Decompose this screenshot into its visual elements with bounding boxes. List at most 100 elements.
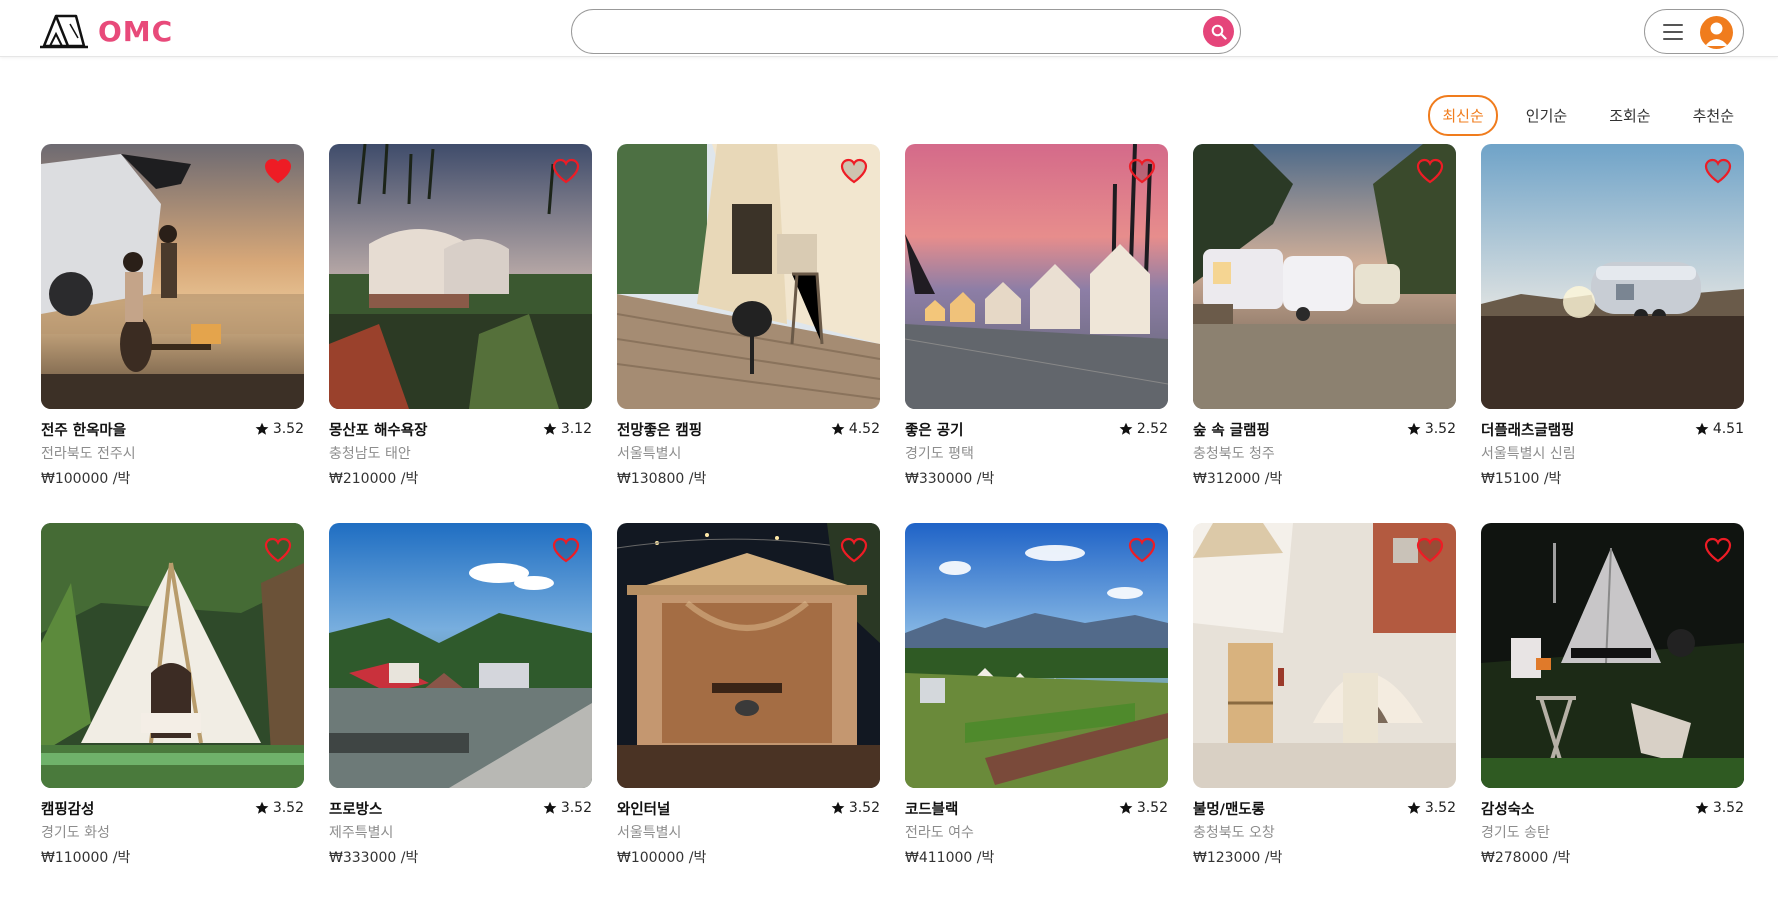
listing-card[interactable]: 캠핑감성 3.52 경기도 화성 ₩110000 /박: [41, 523, 304, 866]
listing-image[interactable]: [1481, 523, 1744, 788]
listing-location: 서울특별시: [617, 825, 682, 841]
listing-card[interactable]: 좋은 공기 2.52 경기도 평택 ₩330000 /박: [905, 144, 1168, 487]
user-menu-button[interactable]: [1644, 9, 1744, 54]
tent-logo-icon: [40, 14, 88, 49]
star-icon: [1695, 422, 1709, 436]
listing-title: 좋은 공기: [905, 422, 964, 439]
listing-image[interactable]: [617, 144, 880, 409]
price-amount: ₩100000: [41, 471, 109, 487]
listing-price: ₩100000 /박: [617, 847, 880, 867]
listing-image[interactable]: [1193, 144, 1456, 409]
listing-card[interactable]: 불멍/맨도롱 3.52 충청북도 오창 ₩123000 /박: [1193, 523, 1456, 866]
listing-location: 제주특별시: [329, 825, 394, 841]
sort-views[interactable]: 조회순: [1595, 95, 1664, 136]
avatar-icon: [1700, 16, 1733, 49]
logo[interactable]: OMC: [40, 12, 173, 50]
listing-rating: 3.52: [255, 800, 304, 816]
listing-image[interactable]: [905, 523, 1168, 788]
price-unit: /박: [1264, 850, 1283, 866]
listing-card[interactable]: 감성숙소 3.52 경기도 송탄 ₩278000 /박: [1481, 523, 1744, 866]
listing-image[interactable]: [41, 144, 304, 409]
rating-value: 3.12: [560, 421, 592, 437]
star-icon: [255, 422, 269, 436]
rating-value: 4.51: [1712, 421, 1744, 437]
price-unit: /박: [976, 850, 995, 866]
listing-rating: 3.52: [1407, 421, 1456, 437]
listing-rating: 4.52: [831, 421, 880, 437]
listing-card[interactable]: 프로방스 3.52 제주특별시 ₩333000 /박: [329, 523, 592, 866]
listing-location: 충청남도 태안: [329, 446, 411, 462]
rating-value: 3.52: [1424, 800, 1456, 816]
listing-price: ₩278000 /박: [1481, 847, 1744, 867]
star-icon: [543, 422, 557, 436]
listing-rating: 3.52: [831, 800, 880, 816]
listing-card[interactable]: 몽산포 해수욕장 3.12 충청남도 태안 ₩210000 /박: [329, 144, 592, 487]
star-icon: [831, 422, 845, 436]
search-input[interactable]: [592, 18, 1192, 46]
listing-card[interactable]: 코드블랙 3.52 전라도 여수 ₩411000 /박: [905, 523, 1168, 866]
listing-location: 충청북도 오창: [1193, 825, 1275, 841]
listing-price: ₩330000 /박: [905, 468, 1168, 488]
listing-location: 경기도 화성: [41, 825, 110, 841]
price-amount: ₩100000: [617, 850, 685, 866]
listing-image[interactable]: [617, 523, 880, 788]
listing-location: 전라북도 전주시: [41, 446, 136, 462]
price-unit: /박: [400, 850, 419, 866]
listing-image[interactable]: [1193, 523, 1456, 788]
listing-rating: 4.51: [1695, 421, 1744, 437]
listing-image[interactable]: [41, 523, 304, 788]
listing-image[interactable]: [329, 523, 592, 788]
listing-location: 경기도 송탄: [1481, 825, 1550, 841]
sort-popular[interactable]: 인기순: [1512, 95, 1581, 136]
top-header: OMC: [0, 0, 1778, 57]
listing-title: 몽산포 해수욕장: [329, 422, 428, 439]
listing-title: 불멍/맨도롱: [1193, 801, 1265, 818]
listing-card[interactable]: 숲 속 글램핑 3.52 충청북도 청주 ₩312000 /박: [1193, 144, 1456, 487]
rating-value: 3.52: [272, 800, 304, 816]
listing-card[interactable]: 더플래츠글램핑 4.51 서울특별시 신림 ₩15100 /박: [1481, 144, 1744, 487]
star-icon: [1119, 422, 1133, 436]
listing-title: 전망좋은 캠핑: [617, 422, 703, 439]
listing-image[interactable]: [329, 144, 592, 409]
listing-title: 캠핑감성: [41, 801, 95, 818]
listing-title: 프로방스: [329, 801, 383, 818]
search-button[interactable]: [1203, 16, 1234, 47]
star-icon: [1407, 422, 1421, 436]
rating-value: 3.52: [560, 800, 592, 816]
sort-latest[interactable]: 최신순: [1428, 95, 1498, 136]
listing-card[interactable]: 와인터널 3.52 서울특별시 ₩100000 /박: [617, 523, 880, 866]
listing-location: 충청북도 청주: [1193, 446, 1275, 462]
price-unit: /박: [1552, 850, 1571, 866]
listing-price: ₩333000 /박: [329, 847, 592, 867]
listing-card[interactable]: 전주 한옥마을 3.52 전라북도 전주시 ₩100000 /박: [41, 144, 304, 487]
menu-icon: [1663, 24, 1683, 40]
listing-rating: 3.52: [1695, 800, 1744, 816]
star-icon: [255, 801, 269, 815]
listing-rating: 3.12: [543, 421, 592, 437]
rating-value: 4.52: [848, 421, 880, 437]
listing-rating: 3.52: [1407, 800, 1456, 816]
listing-image[interactable]: [905, 144, 1168, 409]
rating-value: 3.52: [1136, 800, 1168, 816]
price-unit: /박: [400, 471, 419, 487]
rating-value: 3.52: [848, 800, 880, 816]
sort-recommended[interactable]: 추천순: [1679, 95, 1748, 136]
listing-title: 감성숙소: [1481, 801, 1535, 818]
listing-image[interactable]: [1481, 144, 1744, 409]
price-unit: /박: [1264, 471, 1283, 487]
search-bar[interactable]: [571, 9, 1241, 54]
listing-title: 와인터널: [617, 801, 671, 818]
listing-card[interactable]: 전망좋은 캠핑 4.52 서울특별시 ₩130800 /박: [617, 144, 880, 487]
listing-price: ₩411000 /박: [905, 847, 1168, 867]
rating-value: 2.52: [1136, 421, 1168, 437]
price-amount: ₩15100: [1481, 471, 1540, 487]
price-unit: /박: [688, 850, 707, 866]
star-icon: [1119, 801, 1133, 815]
price-amount: ₩330000: [905, 471, 973, 487]
listing-price: ₩110000 /박: [41, 847, 304, 867]
listing-location: 서울특별시: [617, 446, 682, 462]
listing-title: 더플래츠글램핑: [1481, 422, 1575, 439]
price-amount: ₩130800: [617, 471, 685, 487]
listing-location: 전라도 여수: [905, 825, 974, 841]
price-amount: ₩333000: [329, 850, 397, 866]
